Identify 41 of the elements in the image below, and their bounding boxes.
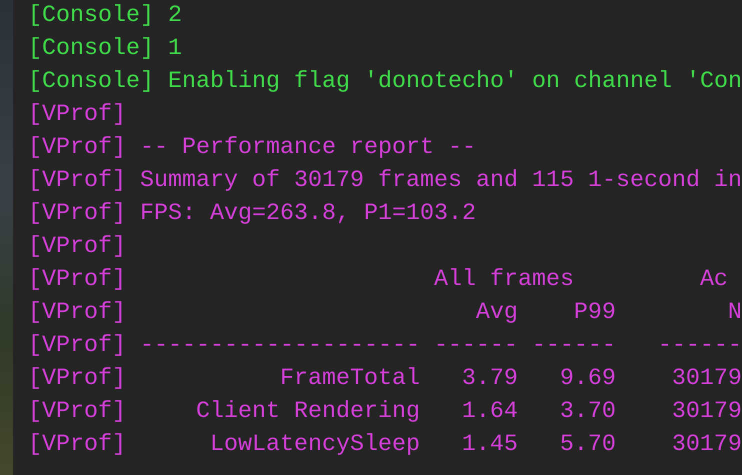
table-cell-text: 3.70 [558, 398, 616, 427]
channel-tag: [VProf] [28, 231, 126, 264]
column-group-header: Ac [700, 266, 728, 295]
column-header: Avg [474, 299, 518, 328]
channel-tag: [VProf] [28, 99, 126, 132]
table-cell-text: 30179 [670, 431, 742, 460]
channel-tag: [VProf] [28, 198, 126, 231]
table-cell-text: 9.69 [558, 365, 616, 394]
table-cell-text: Client Rendering [194, 398, 420, 427]
channel-tag: [VProf] [28, 132, 126, 165]
dash-rule: ------ [532, 332, 616, 361]
table-cell-text: 5.70 [558, 431, 616, 460]
dash-rule: ------ [434, 332, 518, 361]
table-cell-text: 30179 [670, 365, 742, 394]
channel-tag: [VProf] [28, 363, 126, 396]
channel-tag: [VProf] [28, 165, 126, 198]
table-cell-text: 30179 [670, 398, 742, 427]
dash-rule: -------------------- [140, 332, 420, 361]
channel-tag: [VProf] [28, 264, 126, 297]
channel-tag: [Console] [28, 33, 154, 66]
channel-tag: [VProf] [28, 429, 126, 462]
log-message: -- Performance report -- [140, 134, 476, 163]
column-header: N [726, 299, 742, 328]
channel-tag: [VProf] [28, 396, 126, 429]
table-cell-text: 1.64 [460, 398, 518, 427]
log-message: 2 [168, 2, 182, 31]
channel-tag: [Console] [28, 0, 154, 33]
log-message: Summary of 30179 frames and 115 1-second in [140, 167, 742, 196]
column-header: P99 [572, 299, 616, 328]
column-group-header: All frames [434, 266, 574, 295]
dash-rule: ------ [656, 332, 742, 361]
table-cell-text: LowLatencySleep [208, 431, 420, 460]
log-message: 1 [168, 35, 182, 64]
channel-tag: [VProf] [28, 330, 126, 363]
log-message: FPS: Avg=263.8, P1=103.2 [140, 200, 476, 229]
table-cell-text: 3.79 [460, 365, 518, 394]
table-cell-text: FrameTotal [278, 365, 420, 394]
channel-tag: [Console] [28, 66, 154, 99]
log-message: Enabling flag 'donotecho' on channel 'Con [168, 68, 742, 97]
table-cell-text: 1.45 [460, 431, 518, 460]
channel-tag: [VProf] [28, 297, 126, 330]
